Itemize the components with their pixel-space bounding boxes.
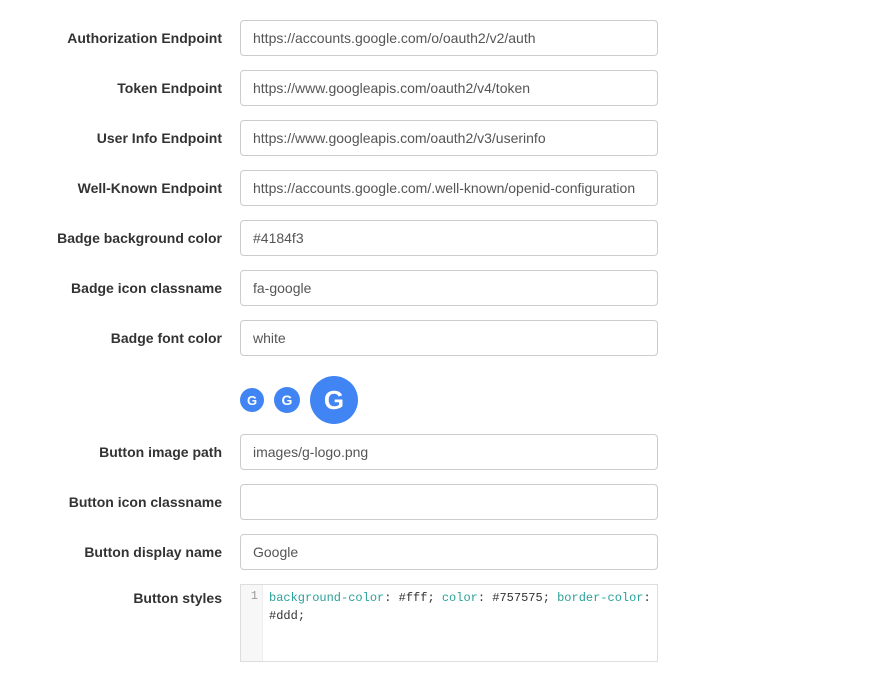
wellknown-endpoint-label: Well-Known Endpoint	[40, 180, 240, 196]
token-endpoint-label: Token Endpoint	[40, 80, 240, 96]
token-endpoint-input[interactable]	[240, 70, 658, 106]
button-display-name-input[interactable]	[240, 534, 658, 570]
badge-font-color-label: Badge font color	[40, 330, 240, 346]
wellknown-endpoint-input[interactable]	[240, 170, 658, 206]
badge-preview-small: G	[240, 388, 264, 412]
auth-endpoint-label: Authorization Endpoint	[40, 30, 240, 46]
button-styles-editor[interactable]: 1 background-color: #fff; color: #757575…	[240, 584, 658, 662]
button-styles-code[interactable]: background-color: #fff; color: #757575; …	[263, 585, 657, 661]
button-display-name-label: Button display name	[40, 544, 240, 560]
userinfo-endpoint-label: User Info Endpoint	[40, 130, 240, 146]
button-icon-classname-label: Button icon classname	[40, 494, 240, 510]
badge-icon-classname-label: Badge icon classname	[40, 280, 240, 296]
badge-font-color-input[interactable]	[240, 320, 658, 356]
button-image-path-input[interactable]	[240, 434, 658, 470]
badge-preview-large: G	[310, 376, 358, 424]
badge-preview-medium: G	[274, 387, 300, 413]
auth-endpoint-input[interactable]	[240, 20, 658, 56]
button-icon-classname-input[interactable]	[240, 484, 658, 520]
badge-bg-color-label: Badge background color	[40, 230, 240, 246]
button-image-path-label: Button image path	[40, 444, 240, 460]
button-styles-label: Button styles	[40, 584, 240, 606]
code-gutter: 1	[241, 585, 263, 661]
badge-icon-classname-input[interactable]	[240, 270, 658, 306]
userinfo-endpoint-input[interactable]	[240, 120, 658, 156]
badge-preview-row: G G G	[240, 370, 855, 434]
badge-bg-color-input[interactable]	[240, 220, 658, 256]
